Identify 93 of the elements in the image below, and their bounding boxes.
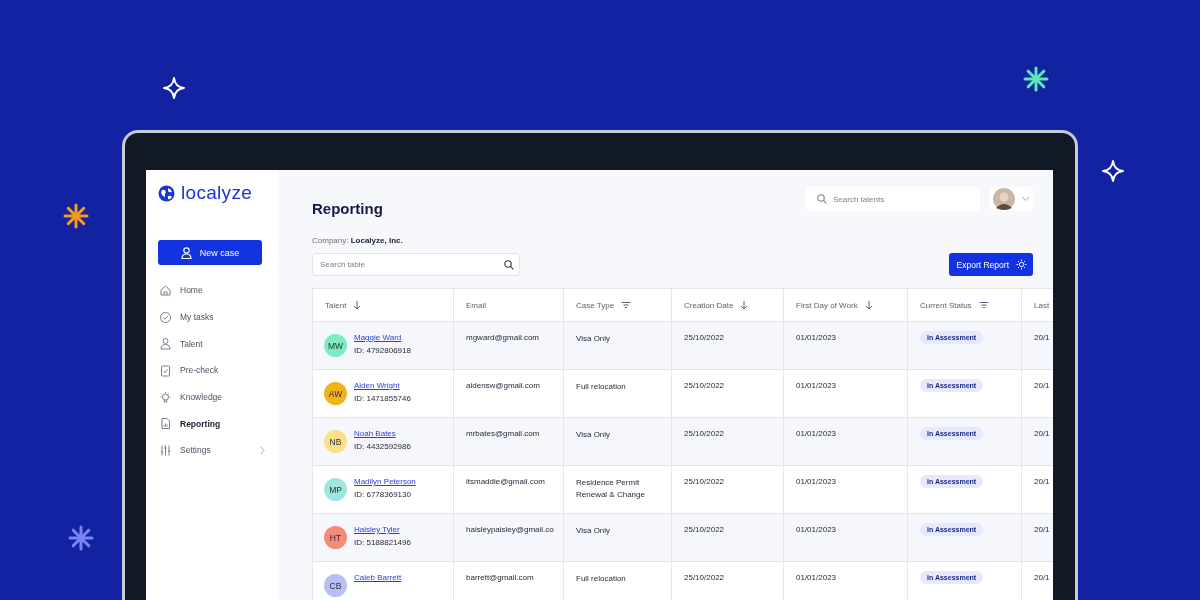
profile-menu[interactable]	[990, 187, 1033, 211]
column-header[interactable]: Creation Date	[671, 288, 784, 322]
sparkle-icon	[1100, 158, 1126, 184]
asterisk-icon	[68, 525, 94, 551]
talent-link[interactable]: Noah Bates	[354, 429, 411, 438]
column-header[interactable]: Current Status	[907, 288, 1022, 322]
talent-id: ID: 1471855746	[354, 394, 411, 403]
table-cell: 20/1	[1034, 381, 1050, 390]
sidebar-item[interactable]: Home	[158, 277, 266, 304]
company-label: Company: Localyze, Inc.	[312, 236, 404, 245]
talent-id: ID: 4432592986	[354, 442, 411, 451]
avatar: HT	[324, 526, 347, 549]
check-circle-icon	[159, 310, 172, 324]
table-cell-text: Full relocation	[576, 381, 627, 393]
sidebar-item[interactable]: My tasks	[158, 303, 266, 331]
person-icon	[180, 246, 192, 259]
table-cell: 20/1	[1034, 573, 1050, 582]
talent-id: ID: 6778369130	[354, 490, 412, 499]
table-cell-text: Residence Permit Renewal & Change	[576, 477, 646, 501]
table-cell: 25/10/2022	[684, 525, 725, 534]
filter-icon	[978, 301, 989, 309]
chevron-right-icon	[258, 445, 266, 455]
table-cell: 01/01/2023	[796, 573, 837, 582]
column-header[interactable]: Talent	[312, 288, 454, 322]
table-cell: barrett@gmail.com	[466, 573, 534, 582]
sun-icon	[1016, 259, 1027, 270]
logo-text: localyze	[181, 182, 253, 204]
table-cell: 01/01/2023	[796, 333, 837, 342]
search-field[interactable]: Search table	[312, 253, 520, 276]
sparkle-icon	[161, 75, 187, 101]
table-cell: 25/10/2022	[684, 573, 725, 582]
arrow-down-icon	[353, 300, 362, 310]
new-case-button[interactable]: New case	[158, 240, 262, 265]
clipboard-icon	[159, 363, 172, 377]
table-cell-text: Visa Only	[576, 429, 612, 441]
asterisk-icon	[1023, 66, 1049, 92]
table-cell: mrbates@gmail.com	[466, 429, 540, 438]
avatar: AW	[324, 382, 347, 405]
page-title: Reporting	[312, 199, 384, 217]
table-cell: 25/10/2022	[684, 477, 725, 486]
document-icon	[159, 417, 172, 431]
talent-link[interactable]: Caleb Barrett	[354, 573, 402, 582]
table-cell: 01/01/2023	[796, 477, 837, 486]
asterisk-icon	[63, 203, 89, 229]
column-header[interactable]: Email	[453, 288, 564, 322]
column-header[interactable]: Case Type	[563, 288, 672, 322]
lightbulb-icon	[159, 390, 172, 404]
table-cell-text: Visa Only	[576, 525, 612, 537]
house-icon	[159, 283, 172, 297]
arrow-down-icon	[864, 300, 873, 310]
table-cell: 20/1	[1034, 429, 1050, 438]
sidebar-item[interactable]: Knowledge	[158, 383, 266, 411]
table-cell: 20/1	[1034, 333, 1050, 342]
table-cell: 01/01/2023	[796, 381, 837, 390]
table-cell: 25/10/2022	[684, 381, 725, 390]
talent-id: ID: 5188821496	[354, 538, 411, 547]
search-field[interactable]: Search talents	[806, 187, 980, 211]
table-cell: 25/10/2022	[684, 333, 725, 342]
avatar: MW	[324, 334, 347, 357]
talent-link[interactable]: Aiden Wright	[354, 381, 411, 390]
talent-link[interactable]: Madilyn Peterson	[354, 477, 416, 486]
sidebar-item[interactable]: Settings	[158, 437, 266, 464]
table-cell: itsmaddie@gmail.com	[466, 477, 545, 486]
talent-id: ID: 4792806918	[354, 346, 411, 355]
table-cell: aidensw@gmail.com	[466, 381, 540, 390]
sidebar-item[interactable]: Pre-check	[158, 357, 266, 384]
table-cell: 20/1	[1034, 525, 1050, 534]
sidebar-item[interactable]: Talent	[158, 330, 266, 358]
table-cell: 01/01/2023	[796, 525, 837, 534]
table-cell: 25/10/2022	[684, 429, 725, 438]
filter-icon	[621, 301, 632, 309]
talent-link[interactable]: Maggie Ward	[354, 333, 411, 342]
avatar: MP	[324, 478, 347, 501]
search-icon	[504, 259, 514, 270]
chevron-down-icon	[1021, 196, 1030, 202]
table-cell-text: Visa Only	[576, 333, 612, 345]
sliders-icon	[159, 443, 172, 457]
column-header[interactable]: First Day of Work	[783, 288, 908, 322]
talent-link[interactable]: Haisley Tyler	[354, 525, 411, 534]
table-cell: 20/1	[1034, 477, 1050, 486]
avatar-icon	[993, 188, 1015, 210]
table-cell-text: Full relocation	[576, 573, 627, 585]
export-button[interactable]: Export Report	[948, 253, 1033, 276]
table-cell: haisleypaisley@gmail.co	[466, 525, 554, 534]
person-icon	[159, 337, 172, 351]
table-cell: mgward@gmail.com	[466, 333, 540, 342]
column-header[interactable]: Last	[1021, 288, 1053, 322]
avatar: CB	[324, 574, 347, 597]
avatar: NB	[324, 430, 347, 453]
globe-icon	[158, 184, 175, 202]
table-cell: 01/01/2023	[796, 429, 837, 438]
sidebar-item[interactable]: Reporting	[158, 410, 266, 438]
arrow-down-icon	[740, 300, 749, 310]
